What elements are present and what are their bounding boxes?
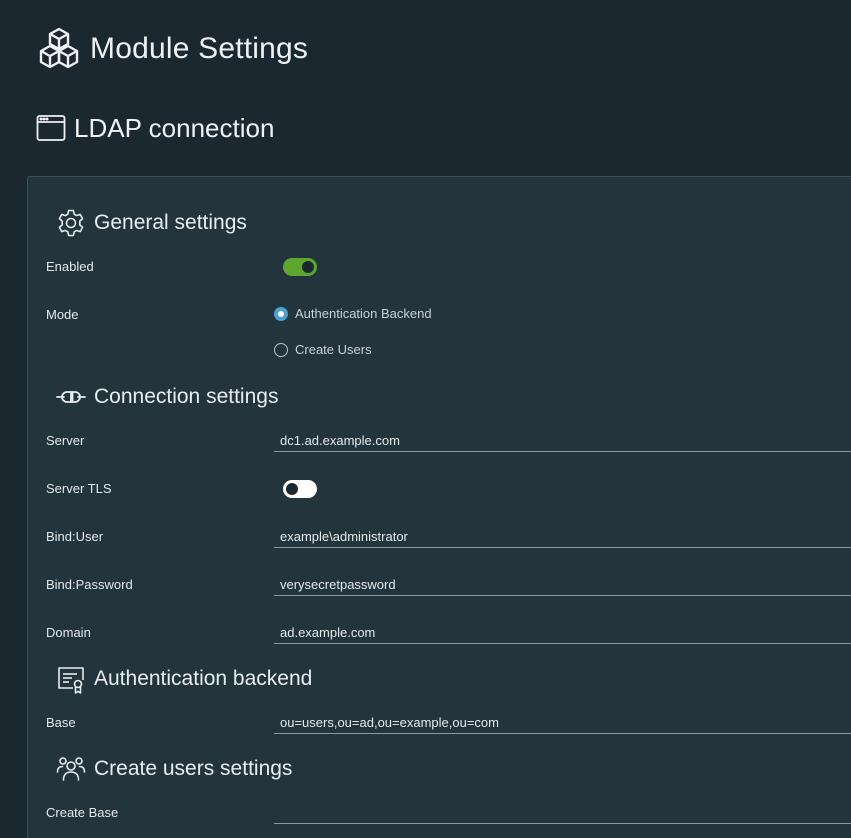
mode-option-label: Create Users [295, 342, 372, 357]
general-settings-title: General settings [94, 211, 247, 234]
section-title: LDAP connection [74, 112, 275, 143]
create-users-settings-title: Create users settings [94, 757, 293, 780]
server-tls-toggle[interactable] [283, 480, 317, 498]
bind-password-input[interactable] [274, 574, 851, 596]
domain-label: Domain [46, 625, 91, 640]
radio-checked-icon [274, 306, 288, 321]
users-icon [55, 753, 87, 785]
connection-settings-title: Connection settings [94, 385, 279, 408]
mode-label: Mode [46, 307, 79, 322]
toggle-knob [302, 261, 314, 273]
gear-icon [55, 207, 87, 239]
toggle-knob [286, 483, 298, 495]
page-header: Module Settings [36, 26, 308, 72]
enabled-label: Enabled [46, 259, 94, 274]
server-label: Server [46, 433, 85, 448]
bind-user-input[interactable] [274, 526, 851, 548]
bind-password-label: Bind:Password [46, 577, 133, 592]
server-input[interactable] [274, 430, 851, 452]
cubes-icon [36, 26, 82, 72]
mode-option-label: Authentication Backend [295, 306, 432, 321]
create-base-input[interactable] [274, 802, 851, 824]
base-input[interactable] [274, 712, 851, 734]
enabled-toggle[interactable] [283, 258, 317, 276]
create-users-settings-header: Create users settings [55, 753, 292, 785]
domain-input[interactable] [274, 622, 851, 644]
authentication-backend-title: Authentication backend [94, 667, 313, 690]
server-tls-label: Server TLS [46, 481, 112, 496]
connection-settings-header: Connection settings [55, 381, 278, 413]
general-settings-header: General settings [55, 207, 247, 239]
certificate-icon [55, 663, 87, 695]
create-base-label: Create Base [46, 805, 119, 820]
base-label: Base [46, 715, 76, 730]
window-icon [36, 113, 66, 143]
settings-card: General settings Enabled Mode Authentica… [27, 176, 851, 838]
radio-unchecked-icon [274, 342, 288, 357]
bind-user-label: Bind:User [46, 529, 104, 544]
mode-option-create-users[interactable]: Create Users [274, 342, 372, 357]
section-header: LDAP connection [36, 112, 274, 144]
mode-option-authentication-backend[interactable]: Authentication Backend [274, 306, 432, 321]
plug-icon [55, 381, 87, 413]
page-title: Module Settings [90, 32, 309, 65]
authentication-backend-header: Authentication backend [55, 663, 312, 695]
